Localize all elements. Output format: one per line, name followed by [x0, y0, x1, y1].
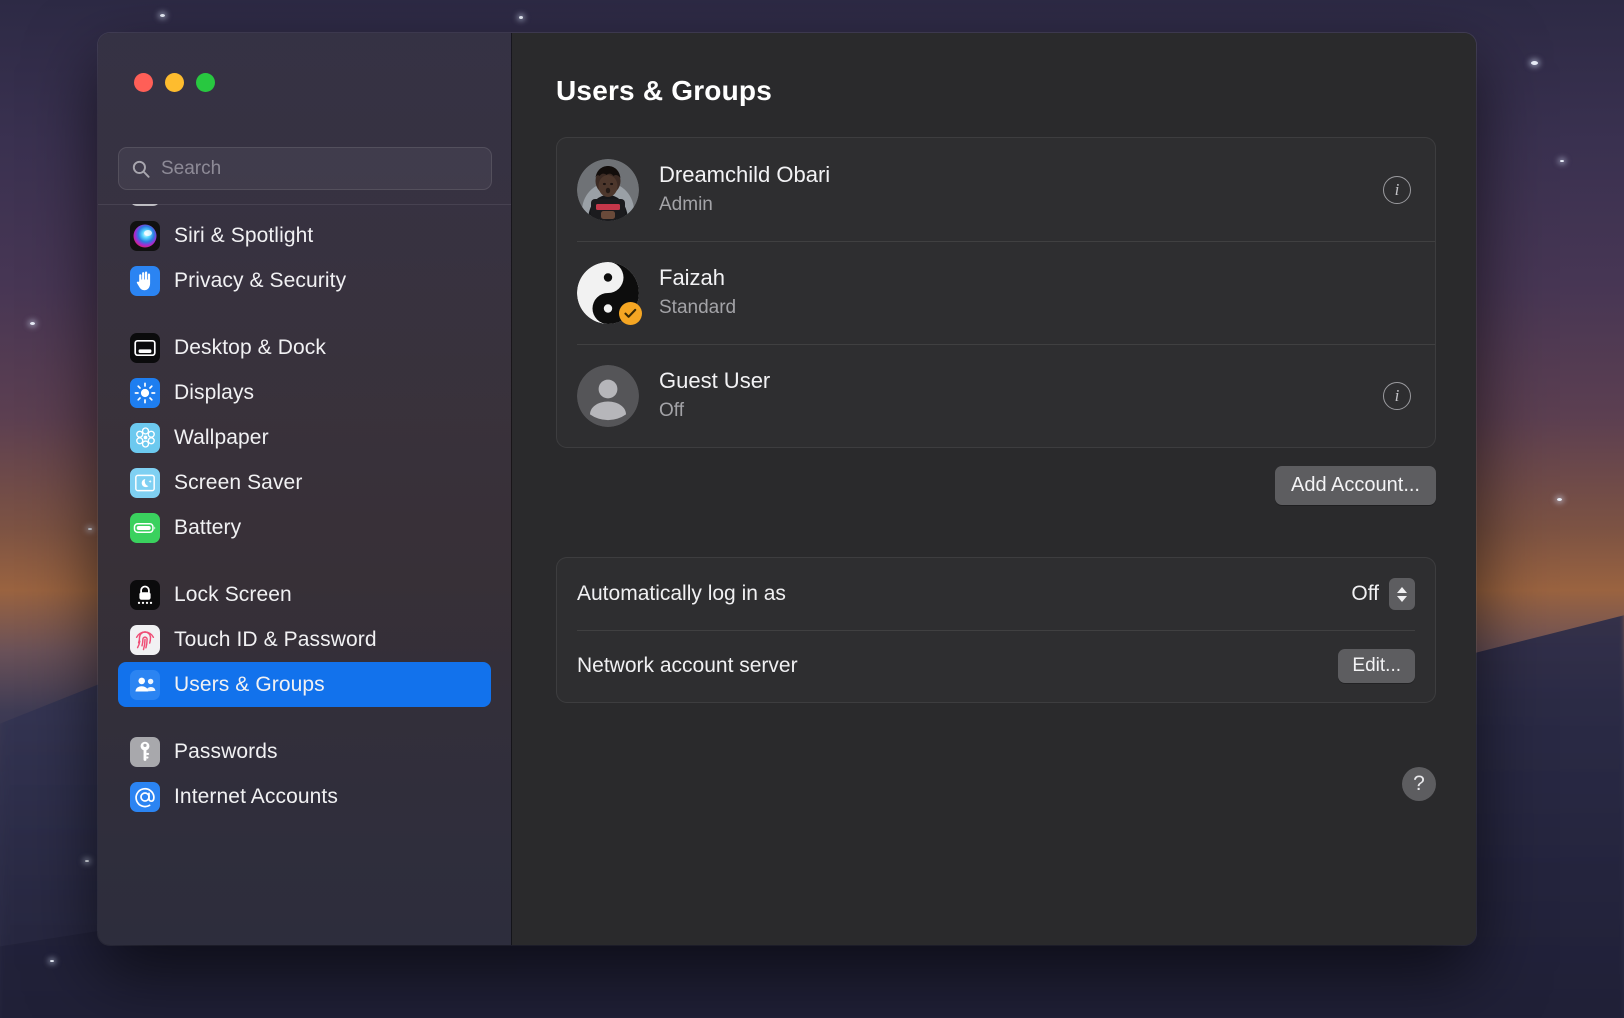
desktop-wallpaper: Siri & Spotlight Privacy & Security — [0, 0, 1624, 1018]
user-info: Faizah Standard — [659, 264, 1411, 320]
sidebar-item-label: Users & Groups — [174, 673, 325, 697]
sidebar-item-label: Touch ID & Password — [174, 628, 377, 652]
auto-login-label: Automatically log in as — [577, 582, 1351, 606]
search-field[interactable] — [118, 147, 492, 190]
user-name: Guest User — [659, 367, 1383, 395]
chevron-up-icon — [1397, 587, 1407, 593]
sidebar-group-separator — [118, 707, 491, 729]
star — [50, 960, 54, 962]
star — [1531, 61, 1538, 65]
star — [1557, 498, 1562, 501]
sidebar-item-label: Desktop & Dock — [174, 336, 326, 360]
zoom-button[interactable] — [196, 73, 215, 92]
star — [85, 860, 89, 862]
sidebar-item-screen-saver[interactable]: Screen Saver — [118, 460, 491, 505]
user-role: Off — [659, 398, 1383, 424]
sidebar-group-separator — [118, 303, 491, 325]
edit-button[interactable]: Edit... — [1338, 649, 1415, 683]
generic-person-avatar — [577, 365, 639, 427]
sidebar-item-privacy-security[interactable]: Privacy & Security — [118, 258, 491, 303]
sidebar-item-users-groups[interactable]: Users & Groups — [118, 662, 491, 707]
siri-icon — [130, 221, 160, 251]
sidebar-item-clipped-above[interactable] — [118, 204, 491, 213]
info-button[interactable]: i — [1383, 176, 1411, 204]
user-role: Standard — [659, 295, 1411, 321]
brightness-sun-icon — [130, 378, 160, 408]
network-account-server-label: Network account server — [577, 654, 1338, 678]
info-button[interactable]: i — [1383, 382, 1411, 410]
lock-icon — [130, 580, 160, 610]
sidebar-item-label: Passwords — [174, 740, 278, 764]
screensaver-moon-icon — [130, 468, 160, 498]
user-info: Guest User Off — [659, 367, 1383, 423]
add-account-button[interactable]: Add Account... — [1275, 466, 1436, 505]
sidebar-item-touch-id-password[interactable]: Touch ID & Password — [118, 617, 491, 662]
sidebar-item-label: Screen Saver — [174, 471, 302, 495]
auto-login-popup-stepper[interactable] — [1389, 578, 1415, 610]
page-title: Users & Groups — [556, 75, 1436, 107]
check-badge-icon — [619, 302, 642, 325]
add-account-row: Add Account... — [556, 466, 1436, 505]
close-button[interactable] — [134, 73, 153, 92]
sidebar-item-label: Wallpaper — [174, 426, 269, 450]
sidebar-scroll-divider — [98, 204, 511, 205]
photo-avatar — [577, 159, 639, 221]
avatar[interactable] — [577, 262, 639, 324]
sidebar-nav-list: Siri & Spotlight Privacy & Security — [98, 204, 511, 831]
star — [30, 322, 35, 325]
sidebar-scroll-area[interactable]: Siri & Spotlight Privacy & Security — [98, 204, 511, 945]
sidebar-item-passwords[interactable]: Passwords — [118, 729, 491, 774]
star — [88, 528, 92, 530]
search-input[interactable] — [161, 158, 479, 180]
login-options-card: Automatically log in as Off Network acco… — [556, 557, 1436, 703]
avatar[interactable] — [577, 365, 639, 427]
wallpaper-flower-icon — [130, 423, 160, 453]
sidebar-item-internet-accounts[interactable]: Internet Accounts — [118, 774, 491, 819]
minimize-button[interactable] — [165, 73, 184, 92]
system-settings-window: Siri & Spotlight Privacy & Security — [98, 33, 1476, 945]
help-button[interactable]: ? — [1402, 767, 1436, 801]
auto-login-value: Off — [1351, 582, 1379, 606]
sidebar-item-displays[interactable]: Displays — [118, 370, 491, 415]
sidebar-item-label: Privacy & Security — [174, 269, 346, 293]
window-controls — [134, 73, 215, 92]
table-row[interactable]: Dreamchild Obari Admin i — [557, 138, 1435, 241]
sidebar-item-battery[interactable]: Battery — [118, 505, 491, 550]
auto-login-row: Automatically log in as Off — [557, 558, 1435, 630]
sidebar-item-label: Displays — [174, 381, 254, 405]
table-row[interactable]: Faizah Standard — [557, 241, 1435, 344]
sidebar-group-separator — [118, 550, 491, 572]
sidebar-item-label: Internet Accounts — [174, 785, 338, 809]
fingerprint-icon — [130, 625, 160, 655]
user-role: Admin — [659, 192, 1383, 218]
star — [519, 16, 523, 19]
main-content: Users & Groups — [512, 33, 1476, 945]
sidebar-item-label: Battery — [174, 516, 241, 540]
table-row[interactable]: Guest User Off i — [557, 344, 1435, 447]
sidebar: Siri & Spotlight Privacy & Security — [98, 33, 512, 945]
desktop-dock-icon — [130, 333, 160, 363]
sidebar-item-lock-screen[interactable]: Lock Screen — [118, 572, 491, 617]
search-icon — [131, 159, 151, 179]
chevron-down-icon — [1397, 596, 1407, 602]
user-name: Faizah — [659, 264, 1411, 292]
sidebar-item-desktop-dock[interactable]: Desktop & Dock — [118, 325, 491, 370]
key-icon — [130, 737, 160, 767]
sidebar-item-wallpaper[interactable]: Wallpaper — [118, 415, 491, 460]
at-sign-icon — [130, 782, 160, 812]
user-name: Dreamchild Obari — [659, 161, 1383, 189]
sidebar-item-label: Siri & Spotlight — [174, 224, 313, 248]
hand-raised-icon — [130, 266, 160, 296]
users-groups-icon — [130, 670, 160, 700]
star — [1560, 160, 1564, 162]
star — [160, 14, 165, 17]
users-list-card: Dreamchild Obari Admin i — [556, 137, 1436, 448]
sidebar-item-label: Lock Screen — [174, 583, 292, 607]
user-info: Dreamchild Obari Admin — [659, 161, 1383, 217]
network-account-server-row: Network account server Edit... — [557, 630, 1435, 702]
avatar[interactable] — [577, 159, 639, 221]
battery-icon — [130, 513, 160, 543]
sidebar-item-siri-spotlight[interactable]: Siri & Spotlight — [118, 213, 491, 258]
